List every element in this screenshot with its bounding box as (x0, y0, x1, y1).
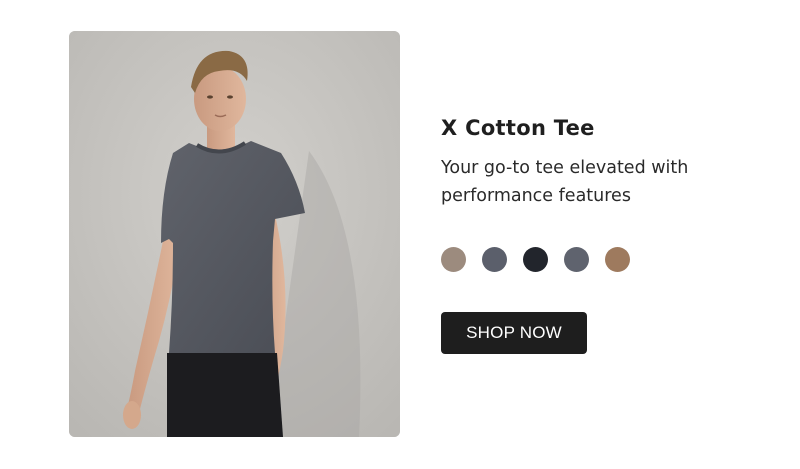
color-swatch-charcoal[interactable] (564, 247, 589, 272)
color-swatch-taupe[interactable] (441, 247, 466, 272)
color-swatch-brown[interactable] (605, 247, 630, 272)
product-card: X Cotton Tee Your go-to tee elevated wit… (0, 0, 800, 469)
color-swatches (441, 247, 630, 272)
product-image[interactable] (69, 31, 400, 437)
color-swatch-slate[interactable] (482, 247, 507, 272)
model-photo-illustration (69, 31, 400, 437)
color-swatch-black[interactable] (523, 247, 548, 272)
product-info: X Cotton Tee Your go-to tee elevated wit… (441, 113, 781, 210)
product-description: Your go-to tee elevated with performance… (441, 158, 689, 206)
product-title: X Cotton Tee (441, 116, 595, 140)
shop-now-button[interactable]: SHOP NOW (441, 312, 587, 354)
